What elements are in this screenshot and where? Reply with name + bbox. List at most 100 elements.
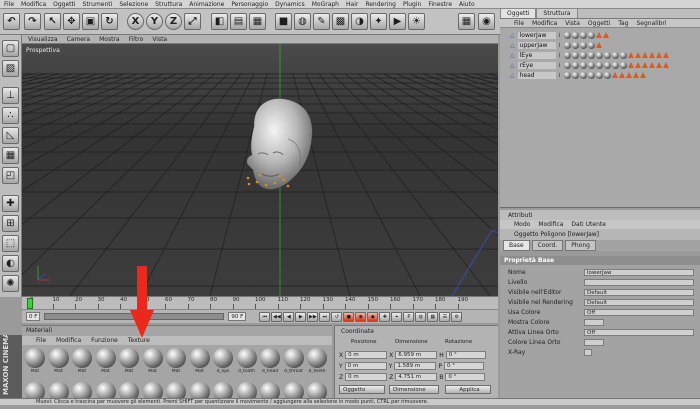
attr-tab-2[interactable]: Phong xyxy=(565,240,596,251)
viewport-menu-0[interactable]: Visualizza xyxy=(28,36,58,43)
transport-button-11[interactable]: ⌖ xyxy=(391,311,403,322)
visibility-dots-icon[interactable]: ⁞ xyxy=(559,52,561,59)
transport-button-10[interactable]: ✚ xyxy=(379,311,391,322)
visibility-dots-icon[interactable]: ⁞ xyxy=(559,32,561,39)
menu-0[interactable]: File xyxy=(4,1,14,8)
menu-4[interactable]: Selezione xyxy=(119,1,148,8)
light-button[interactable]: ☀ xyxy=(408,13,425,30)
warning-tag-icon[interactable] xyxy=(595,31,602,38)
warning-tag-icon[interactable] xyxy=(595,41,602,48)
material-tag-icon[interactable] xyxy=(603,61,611,69)
position-field[interactable]: 0 m xyxy=(345,351,388,359)
object-row-upperJaw[interactable]: △ upperJaw ⁞ xyxy=(500,40,700,50)
array-button[interactable]: ▩ xyxy=(332,13,349,30)
tweak-button[interactable]: ⬚ xyxy=(2,235,19,252)
material-tag-icon[interactable] xyxy=(603,71,611,79)
material-tag-icon[interactable] xyxy=(571,41,579,49)
transport-button-2[interactable]: ◀ xyxy=(283,311,295,322)
viewport-menu-1[interactable]: Camera xyxy=(67,36,91,43)
material-tag-icon[interactable] xyxy=(587,61,595,69)
visibility-dots-icon[interactable]: ⁞ xyxy=(559,42,561,49)
base-properties-header[interactable]: Proprietà Base xyxy=(500,256,700,265)
material-tag-icon[interactable] xyxy=(595,71,603,79)
transport-button-0[interactable]: ⏮ xyxy=(259,311,271,322)
end-frame-field[interactable]: 90 F xyxy=(228,312,247,321)
points-mode-button[interactable]: ∴ xyxy=(2,107,19,124)
current-frame-field[interactable]: 0 F xyxy=(26,312,41,321)
material-tag-icon[interactable] xyxy=(595,51,603,59)
object-row-lowerJaw[interactable]: △ lowerJaw ⁞ xyxy=(500,30,700,40)
material-tag-icon[interactable] xyxy=(619,61,627,69)
axis-mode-button[interactable]: ⊥ xyxy=(2,87,19,104)
material-tag-icon[interactable] xyxy=(579,31,587,39)
warning-tag-icon[interactable] xyxy=(634,51,641,58)
size-field[interactable]: 1.589 m xyxy=(394,362,437,370)
property-value-field[interactable]: Default xyxy=(584,289,694,296)
transport-button-12[interactable]: P xyxy=(403,311,415,322)
spline-button[interactable]: ✎ xyxy=(313,13,330,30)
undo-button[interactable]: ↶ xyxy=(3,13,20,30)
warning-tag-icon[interactable] xyxy=(618,71,625,78)
objects-menu-0[interactable]: File xyxy=(514,20,524,27)
material-swatch[interactable]: d_tooth xyxy=(236,347,258,375)
sculpt-button[interactable]: ◐ xyxy=(2,255,19,272)
warning-tag-icon[interactable] xyxy=(611,71,618,78)
material-tag-icon[interactable] xyxy=(579,71,587,79)
material-swatch[interactable]: Mat xyxy=(118,347,140,375)
visibility-dots-icon[interactable]: ⁞ xyxy=(559,62,561,69)
transport-button-3[interactable]: ▶ xyxy=(295,311,307,322)
render-view-button[interactable]: ◧ xyxy=(211,13,228,30)
object-name[interactable]: lEye xyxy=(517,51,556,59)
rotate-tool-button[interactable]: ↻ xyxy=(101,13,118,30)
menu-14[interactable]: Aiuto xyxy=(459,1,475,8)
warning-tag-icon[interactable] xyxy=(648,51,655,58)
move-tool-button[interactable]: ✥ xyxy=(63,13,80,30)
scale-tool-button[interactable]: ▣ xyxy=(82,13,99,30)
material-swatch[interactable]: Mat xyxy=(71,347,93,375)
transport-button-9[interactable]: ◆ xyxy=(367,311,379,322)
y-axis-button[interactable]: Y xyxy=(146,13,163,30)
coord-system-button[interactable]: ⤢ xyxy=(184,13,201,30)
material-tag-icon[interactable] xyxy=(587,51,595,59)
material-tag-icon[interactable] xyxy=(611,51,619,59)
z-axis-button[interactable]: Z xyxy=(165,13,182,30)
nurbs-button[interactable]: ◍ xyxy=(294,13,311,30)
transport-button-6[interactable]: ↺ xyxy=(331,311,343,322)
material-tag-icon[interactable] xyxy=(563,31,571,39)
material-swatch[interactable]: Mat xyxy=(24,347,46,375)
attr-tab-1[interactable]: Coord. xyxy=(531,240,564,251)
material-tag-icon[interactable] xyxy=(571,31,579,39)
materials-menu-0[interactable]: File xyxy=(36,337,46,344)
property-value-field[interactable]: Default xyxy=(584,299,694,306)
warning-tag-icon[interactable] xyxy=(632,71,639,78)
materials-menu-1[interactable]: Modifica xyxy=(56,337,81,344)
menu-9[interactable]: MoGraph xyxy=(312,1,339,8)
head-icon-button[interactable]: ◉ xyxy=(478,13,495,30)
material-tag-icon[interactable] xyxy=(587,31,595,39)
property-value-field[interactable]: Off xyxy=(584,329,694,336)
uv-mode-button[interactable]: ◰ xyxy=(2,167,19,184)
material-swatch[interactable]: Mat xyxy=(165,347,187,375)
material-swatch[interactable]: d_lips xyxy=(212,347,234,375)
edges-mode-button[interactable]: ◺ xyxy=(2,127,19,144)
object-name[interactable]: upperJaw xyxy=(517,41,556,49)
coord-size-dropdown[interactable]: Dimensione xyxy=(389,385,439,394)
warning-tag-icon[interactable] xyxy=(655,51,662,58)
polygons-mode-button[interactable]: ▦ xyxy=(2,147,19,164)
brush-button[interactable]: ✺ xyxy=(2,275,19,292)
render-settings-button[interactable]: ▦ xyxy=(249,13,266,30)
material-tag-icon[interactable] xyxy=(619,51,627,59)
menu-8[interactable]: Dynamics xyxy=(275,1,305,8)
rotation-field[interactable]: 0 ° xyxy=(445,351,486,359)
objects-menu-2[interactable]: Vista xyxy=(565,20,580,27)
size-field[interactable]: 4.751 m xyxy=(395,373,438,381)
warning-tag-icon[interactable] xyxy=(627,61,634,68)
material-tag-icon[interactable] xyxy=(603,51,611,59)
workplane-button[interactable]: ⊞ xyxy=(2,215,19,232)
material-tag-icon[interactable] xyxy=(579,61,587,69)
material-tag-icon[interactable] xyxy=(571,61,579,69)
transport-button-14[interactable]: ▦ xyxy=(427,311,439,322)
material-tag-icon[interactable] xyxy=(571,51,579,59)
materials-menu-2[interactable]: Funzione xyxy=(91,337,118,344)
menu-6[interactable]: Animazione xyxy=(189,1,224,8)
